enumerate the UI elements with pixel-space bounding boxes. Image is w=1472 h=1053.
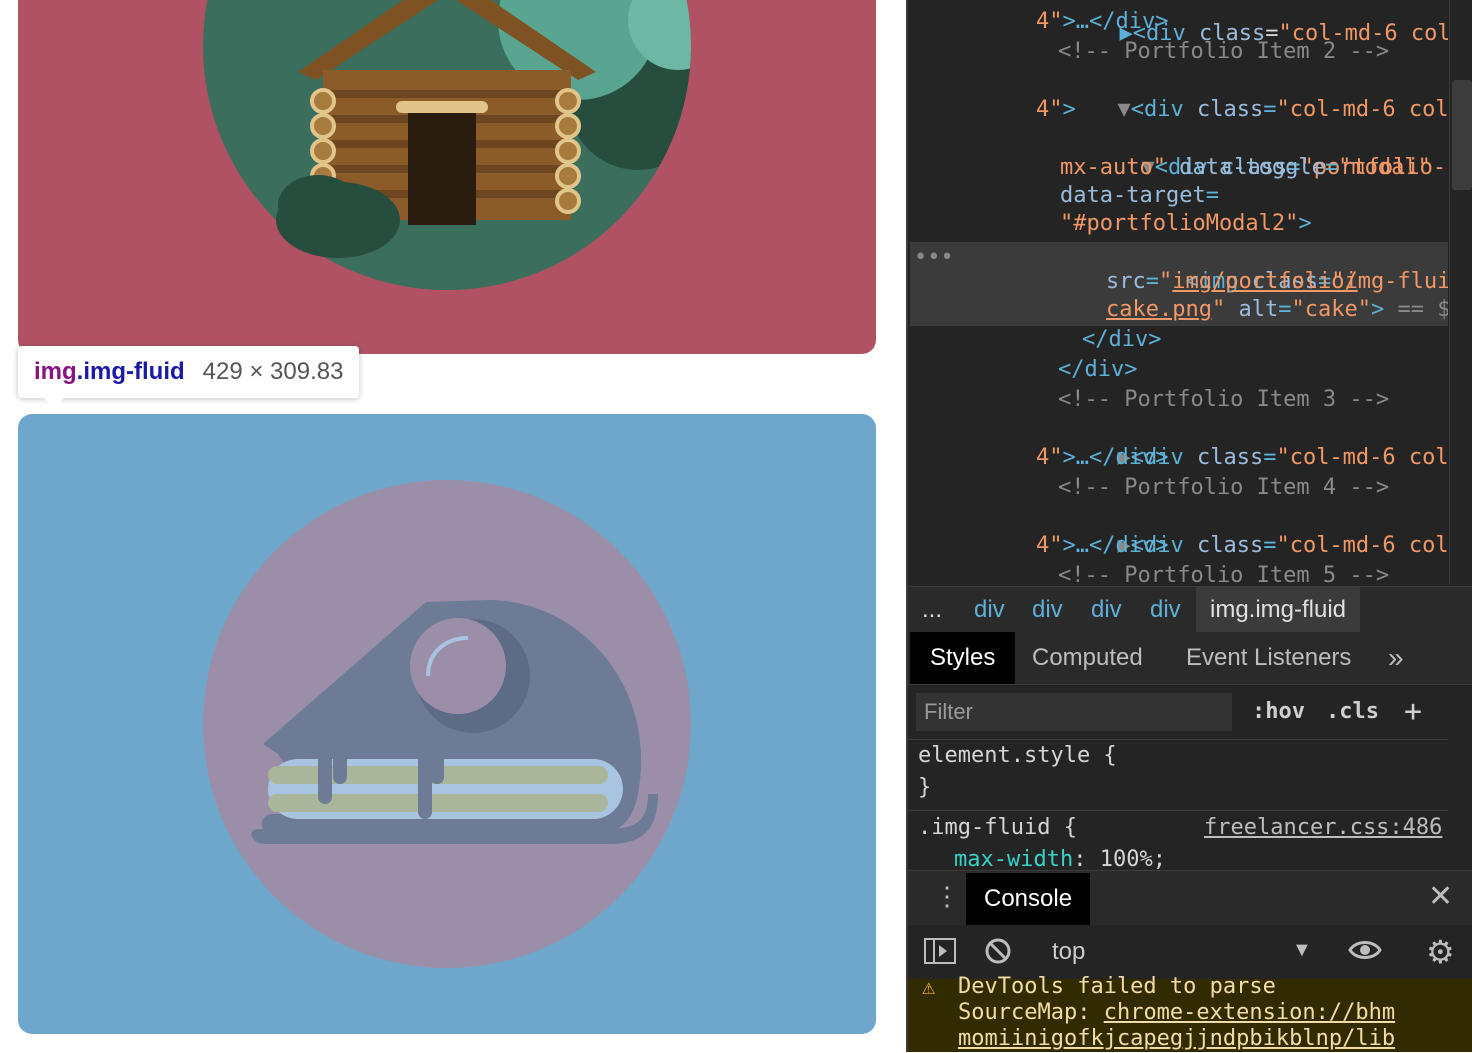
breadcrumb-more[interactable]: ... <box>922 587 942 633</box>
rule-selector: .img-fluid <box>918 815 1051 840</box>
cls-toggle-button[interactable]: .cls <box>1326 695 1379 729</box>
sourcemap-link[interactable]: chrome-extension://bhm <box>1104 1000 1395 1025</box>
dom-line-11: cake.png" alt="cake"> == $ <box>1106 297 1448 322</box>
breadcrumb: ... div div div div img.img-fluid <box>908 586 1472 634</box>
drawer-tabbar: ⋮ Console ✕ <box>908 870 1472 926</box>
styles-filter-bar: Filter :hov .cls + <box>908 685 1448 740</box>
prop-name: max-width <box>954 847 1074 870</box>
breadcrumb-div-4[interactable]: div <box>1150 587 1181 633</box>
clear-console-icon[interactable] <box>984 937 1012 972</box>
sourcemap-link-cont[interactable]: momiinigofkjcapegjjndpbikblnp/lib <box>958 1025 1395 1053</box>
breadcrumb-div-3[interactable]: div <box>1091 587 1122 633</box>
warning-icon: ⚠ <box>922 975 936 1000</box>
tabs-overflow-icon[interactable]: » <box>1388 632 1404 684</box>
rule-brace: { <box>1063 815 1077 840</box>
dom-line-16: 4">…</div> <box>1036 445 1169 470</box>
gear-icon[interactable]: ⚙ <box>1426 933 1455 971</box>
breadcrumb-div-2[interactable]: div <box>1032 587 1063 633</box>
dom-line-1[interactable]: 4">…</div> <box>1036 8 1168 36</box>
tooltip-tag: img <box>34 358 77 385</box>
style-declaration[interactable]: max-width: 100%; <box>954 846 1166 870</box>
tab-console[interactable]: Console <box>966 873 1091 925</box>
styles-pane: element.style { } .img-fluid { freelance… <box>908 740 1448 870</box>
dom-comment-item-5[interactable]: <!-- Portfolio Item 5 --> <box>1058 562 1389 584</box>
cake-illustration <box>203 480 691 968</box>
element-style-close: } <box>918 775 932 800</box>
dom-close-div-2[interactable]: </div> <box>1058 356 1137 384</box>
dom-line-10: src="img/portfolio/ <box>1106 269 1358 294</box>
close-drawer-icon[interactable]: ✕ <box>1428 879 1453 914</box>
dom-node-col-item-4[interactable]: ▶<div class="col-md-6 col-lg- <box>1038 504 1448 558</box>
dom-node-col-item-3[interactable]: ▶<div class="col-md-6 col-lg- <box>1038 416 1448 470</box>
elements-tree: ▶<div class="col-md-6 col-lg- 4">…</div>… <box>908 0 1448 584</box>
node-more-icon[interactable]: ••• <box>914 244 954 272</box>
dom-close-div-1[interactable]: </div> <box>1082 326 1161 354</box>
drawer-menu-icon[interactable]: ⋮ <box>934 881 960 912</box>
portfolio-card-cabin[interactable] <box>18 0 876 354</box>
tooltip-class: .img-fluid <box>76 358 185 385</box>
breadcrumb-div-1[interactable]: div <box>974 587 1005 633</box>
dom-line-4: 4"> <box>1036 97 1076 122</box>
rule-img-fluid[interactable]: .img-fluid { <box>918 814 1077 842</box>
dom-comment-item-3[interactable]: <!-- Portfolio Item 3 --> <box>1058 386 1389 414</box>
sidebar-tabs: Styles Computed Event Listeners » <box>908 632 1472 685</box>
dom-line-19: 4">…</div> <box>1036 533 1169 558</box>
elements-scrollbar[interactable] <box>1449 0 1472 584</box>
sidebar-toggle-icon[interactable] <box>924 937 956 972</box>
scrollbar-thumb[interactable] <box>1452 80 1472 190</box>
dom-line-6: mx-auto" data-toggle="modal" <box>1060 155 1431 180</box>
element-inspect-tooltip: img.img-fluid 429 × 309.83 <box>18 346 360 408</box>
context-selector-value[interactable]: top <box>1052 938 1085 966</box>
dom-node-img-selected[interactable]: <img class="img-fluid" <box>1106 240 1448 294</box>
devtools-panel: ▶<div class="col-md-6 col-lg- 4">…</div>… <box>906 0 1472 1052</box>
dom-comment-item-4[interactable]: <!-- Portfolio Item 4 --> <box>1058 474 1389 502</box>
warning-text-1: DevTools failed to parse <box>958 974 1276 999</box>
dom-node-portfolio-item[interactable]: ▼<div class="portfolio-item <box>1062 126 1448 180</box>
console-warning-message: ⚠ DevTools failed to parse SourceMap: ch… <box>908 974 1472 1053</box>
dom-line-8: "#portfolioModal2"> <box>1060 211 1312 236</box>
dom-line-7: data-target= <box>1060 183 1219 208</box>
tab-styles[interactable]: Styles <box>910 632 1016 684</box>
element-style-selector[interactable]: element.style { <box>918 742 1117 770</box>
tab-event-listeners[interactable]: Event Listeners <box>1186 632 1351 684</box>
styles-filter-input[interactable]: Filter <box>916 693 1232 731</box>
live-expression-eye-icon[interactable] <box>1348 937 1382 970</box>
web-page: img.img-fluid 429 × 309.83 <box>0 0 906 1052</box>
warning-label: SourceMap: <box>958 1000 1104 1025</box>
console-toolbar: top ▼ ⚙ <box>908 925 1472 980</box>
portfolio-card-cake[interactable] <box>18 414 876 1034</box>
warning-text-2: SourceMap: chrome-extension://bhm <box>958 999 1395 1027</box>
new-style-rule-button[interactable]: + <box>1404 695 1422 729</box>
rule-divider <box>908 810 1448 811</box>
dom-node-col-item-2[interactable]: ▼<div class="col-md-6 col-lg- <box>1038 68 1448 122</box>
tab-computed[interactable]: Computed <box>1032 632 1143 684</box>
tooltip-size: 429 × 309.83 <box>202 358 344 385</box>
cabin-illustration <box>203 0 691 290</box>
chevron-down-icon[interactable]: ▼ <box>1292 939 1312 962</box>
prop-value: 100%; <box>1099 847 1166 870</box>
rule-source-link[interactable]: freelancer.css:486 <box>1204 814 1442 842</box>
dom-comment-item-2[interactable]: <!-- Portfolio Item 2 --> <box>1058 38 1389 66</box>
breadcrumb-img-fluid[interactable]: img.img-fluid <box>1196 587 1361 633</box>
hov-toggle-button[interactable]: :hov <box>1252 695 1305 729</box>
